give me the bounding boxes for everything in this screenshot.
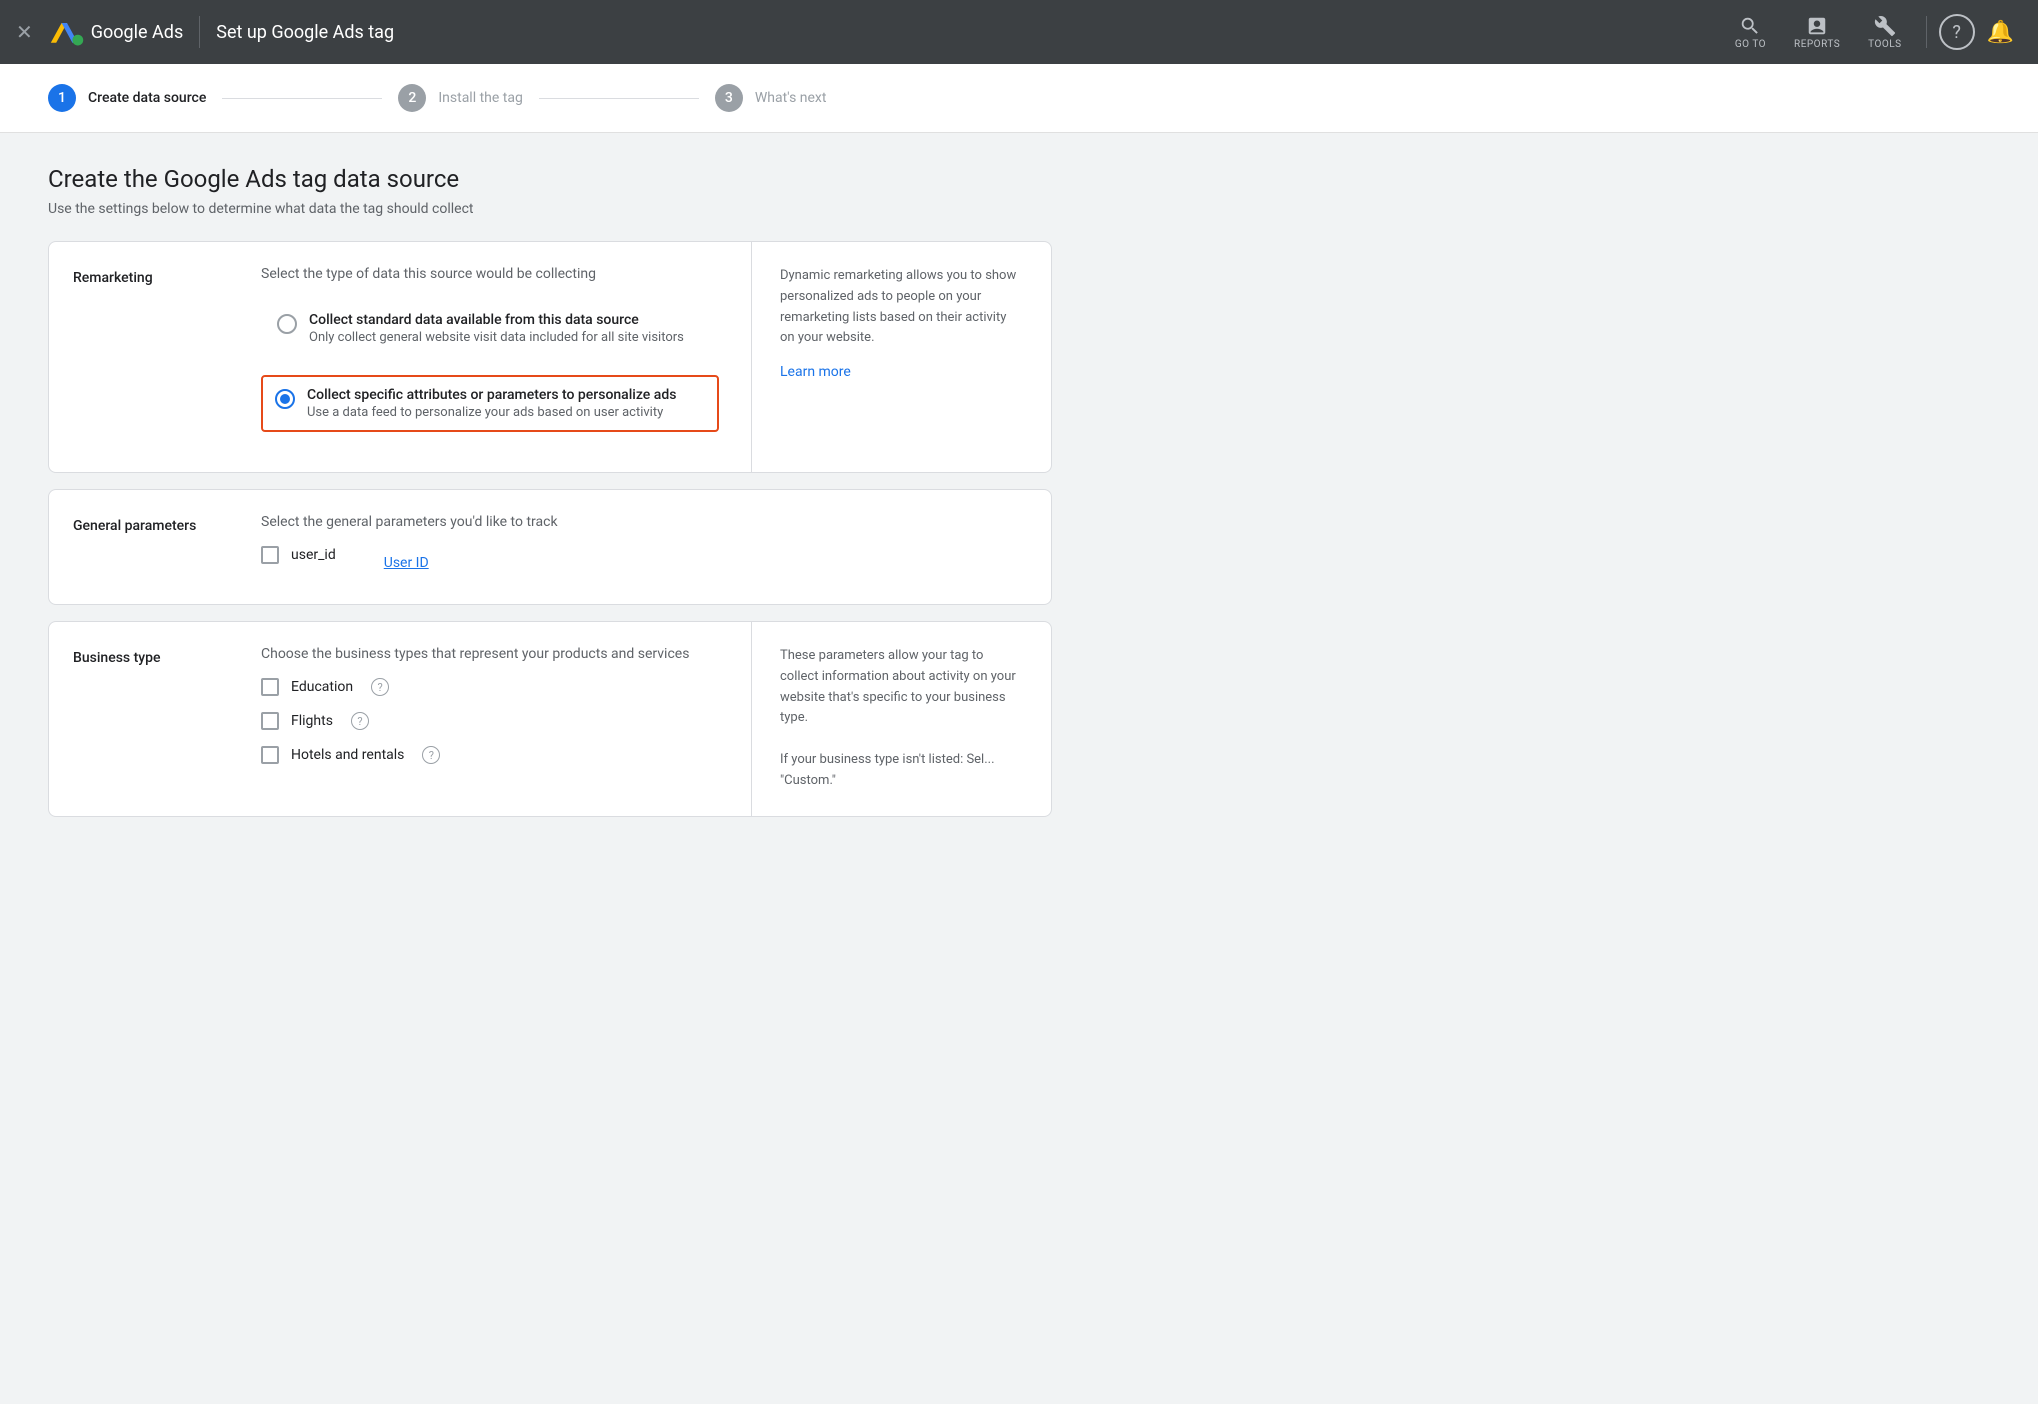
google-ads-logo: Google Ads — [49, 14, 183, 50]
tools-icon — [1874, 15, 1896, 37]
general-params-card: General parameters Select the general pa… — [48, 489, 1052, 605]
reports-button[interactable]: REPORTS — [1782, 7, 1852, 58]
goto-button[interactable]: GO TO — [1723, 7, 1778, 58]
remarketing-right: Dynamic remarketing allows you to show p… — [751, 242, 1051, 472]
reports-icon — [1806, 15, 1828, 37]
user-id-checkbox-option[interactable]: user_id — [261, 546, 336, 564]
step-2-circle: 2 — [398, 84, 426, 112]
flights-label: Flights — [291, 713, 333, 729]
radio-desc-specific: Use a data feed to personalize your ads … — [307, 405, 676, 420]
user-id-label: user_id — [291, 547, 336, 563]
page-subtitle: Use the settings below to determine what… — [48, 201, 1052, 217]
nav-divider — [199, 16, 200, 48]
remarketing-card: Remarketing Select the type of data this… — [48, 241, 1052, 473]
flights-help-icon[interactable]: ? — [351, 712, 369, 730]
radio-option-standard[interactable]: Collect standard data available from thi… — [261, 298, 719, 359]
hotels-help-icon[interactable]: ? — [422, 746, 440, 764]
general-params-section-title: Select the general parameters you'd like… — [261, 514, 1019, 530]
remarketing-right-text: Dynamic remarketing allows you to show p… — [780, 266, 1023, 349]
general-params-label: General parameters — [49, 490, 229, 604]
step-3: 3 What's next — [715, 84, 827, 112]
step-1: 1 Create data source — [48, 84, 206, 112]
learn-more-link[interactable]: Learn more — [780, 361, 1023, 383]
business-type-body: Choose the business types that represent… — [229, 622, 751, 816]
reports-label: REPORTS — [1794, 39, 1840, 50]
help-button[interactable]: ? — [1939, 14, 1975, 50]
step-line-1 — [222, 98, 382, 99]
business-type-right: These parameters allow your tag to colle… — [751, 622, 1051, 816]
params-row: user_id User ID — [261, 546, 1019, 580]
notifications-button[interactable]: 🔔 — [1979, 12, 2022, 53]
remarketing-section-title: Select the type of data this source woul… — [261, 266, 719, 282]
page-title: Create the Google Ads tag data source — [48, 165, 1052, 193]
education-option[interactable]: Education ? — [261, 678, 719, 696]
radio-btn-specific[interactable] — [275, 389, 295, 409]
user-id-link[interactable]: User ID — [384, 555, 429, 571]
flights-option[interactable]: Flights ? — [261, 712, 719, 730]
step-3-label: What's next — [755, 90, 827, 106]
hotels-checkbox[interactable] — [261, 746, 279, 764]
hotels-label: Hotels and rentals — [291, 747, 404, 763]
step-1-circle: 1 — [48, 84, 76, 112]
education-checkbox[interactable] — [261, 678, 279, 696]
business-type-section-title: Choose the business types that represent… — [261, 646, 719, 662]
radio-label-standard: Collect standard data available from thi… — [309, 312, 684, 328]
tools-button[interactable]: TOOLS — [1856, 7, 1913, 58]
nav-icon-divider — [1926, 16, 1927, 48]
radio-content-standard: Collect standard data available from thi… — [309, 312, 684, 345]
goto-label: GO TO — [1735, 39, 1766, 50]
hotels-option[interactable]: Hotels and rentals ? — [261, 746, 719, 764]
main-content: Create the Google Ads tag data source Us… — [0, 133, 1100, 865]
search-icon — [1739, 15, 1761, 37]
step-2-label: Install the tag — [438, 90, 523, 106]
top-nav: ✕ Google Ads Set up Google Ads tag GO TO… — [0, 0, 2038, 64]
nav-page-title: Set up Google Ads tag — [216, 22, 394, 43]
business-type-label: Business type — [49, 622, 229, 816]
step-3-circle: 3 — [715, 84, 743, 112]
remarketing-label: Remarketing — [49, 242, 229, 472]
education-label: Education — [291, 679, 353, 695]
google-logo-icon — [49, 14, 85, 50]
business-type-right-text2: If your business type isn't listed: Sel.… — [780, 750, 1023, 792]
nav-icons: GO TO REPORTS TOOLS ? 🔔 — [1723, 7, 2022, 58]
stepper: 1 Create data source 2 Install the tag 3… — [0, 64, 2038, 133]
step-2: 2 Install the tag — [398, 84, 523, 112]
close-button[interactable]: ✕ — [16, 20, 33, 44]
remarketing-body: Select the type of data this source woul… — [229, 242, 751, 472]
business-type-right-text: These parameters allow your tag to colle… — [780, 646, 1023, 729]
user-id-checkbox[interactable] — [261, 546, 279, 564]
flights-checkbox[interactable] — [261, 712, 279, 730]
education-help-icon[interactable]: ? — [371, 678, 389, 696]
tools-label: TOOLS — [1868, 39, 1901, 50]
step-1-label: Create data source — [88, 90, 206, 106]
logo-text: Google Ads — [91, 22, 183, 43]
business-type-card: Business type Choose the business types … — [48, 621, 1052, 817]
radio-label-specific: Collect specific attributes or parameter… — [307, 387, 676, 403]
radio-option-specific[interactable]: Collect specific attributes or parameter… — [261, 375, 719, 432]
general-params-body: Select the general parameters you'd like… — [229, 490, 1051, 604]
step-line-2 — [539, 98, 699, 99]
radio-desc-standard: Only collect general website visit data … — [309, 330, 684, 345]
radio-content-specific: Collect specific attributes or parameter… — [307, 387, 676, 420]
radio-btn-standard[interactable] — [277, 314, 297, 334]
